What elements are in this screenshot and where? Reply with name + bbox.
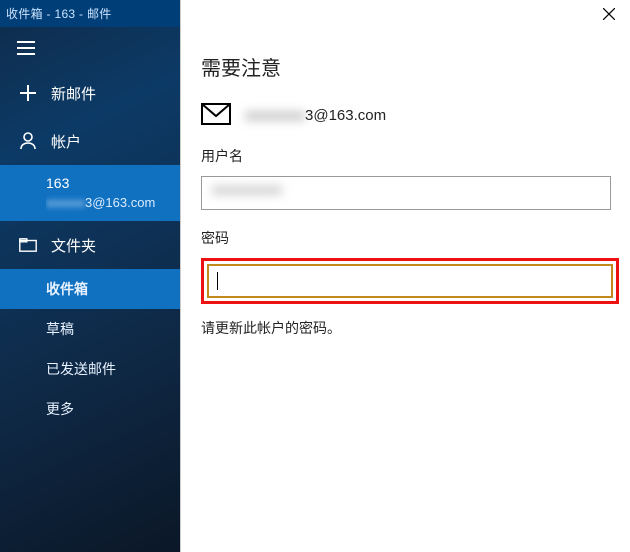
username-input[interactable]: xxxxxxxxxx	[201, 176, 611, 210]
accounts-label: 帐户	[51, 131, 81, 152]
mail-sidebar: 收件箱 - 163 - 邮件 新邮件 帐户 163	[0, 0, 180, 552]
password-hint: 请更新此帐户的密码。	[201, 318, 610, 338]
person-icon	[17, 132, 39, 150]
folders-button[interactable]: 文件夹	[0, 221, 180, 269]
new-mail-button[interactable]: 新邮件	[0, 69, 180, 117]
account-email-row: xxxxxxxx3@163.com	[201, 103, 610, 128]
account-name: 163	[46, 173, 180, 193]
envelope-icon	[201, 103, 231, 128]
account-address: xxxxxx3@163.com	[46, 193, 180, 213]
text-caret	[217, 272, 218, 290]
account-email: xxxxxxxx3@163.com	[245, 107, 386, 124]
window-title: 收件箱 - 163 - 邮件	[0, 0, 180, 27]
new-mail-label: 新邮件	[51, 83, 96, 104]
account-selected[interactable]: 163 xxxxxx3@163.com	[0, 165, 180, 221]
hamburger-menu-button[interactable]	[0, 27, 180, 69]
accounts-button[interactable]: 帐户	[0, 117, 180, 165]
username-label: 用户名	[201, 146, 610, 166]
password-highlight	[201, 258, 619, 304]
password-input[interactable]	[207, 264, 613, 298]
folder-item[interactable]: 草稿	[0, 309, 180, 349]
attention-panel: 需要注意 xxxxxxxx3@163.com 用户名 xxxxxxxxxx 密码	[180, 0, 630, 552]
close-button[interactable]	[594, 4, 624, 26]
folder-item[interactable]: 收件箱	[0, 269, 180, 309]
plus-icon	[17, 85, 39, 101]
folder-icon	[17, 238, 39, 252]
close-icon	[603, 7, 615, 23]
folder-item[interactable]: 更多	[0, 389, 180, 429]
hamburger-icon	[17, 41, 35, 55]
folder-item[interactable]: 已发送邮件	[0, 349, 180, 389]
password-label: 密码	[201, 228, 610, 248]
panel-title: 需要注意	[201, 52, 610, 81]
folders-label: 文件夹	[51, 235, 96, 256]
